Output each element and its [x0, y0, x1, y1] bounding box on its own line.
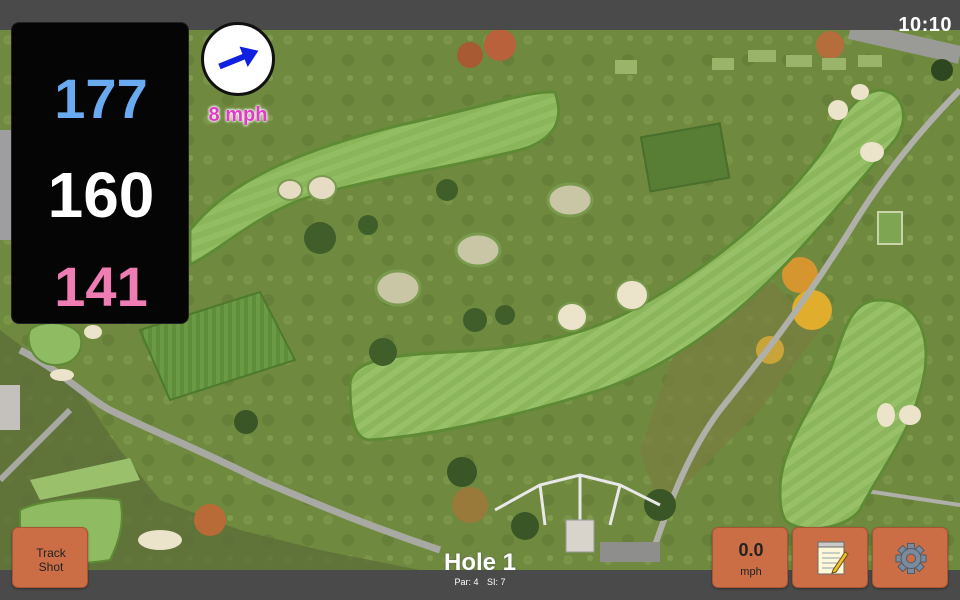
- notepad-icon: [817, 541, 849, 575]
- bunker: [307, 175, 337, 201]
- tee-box: [615, 60, 637, 74]
- hole-info: Par: 4 SI: 7: [380, 577, 580, 587]
- green: [27, 322, 83, 367]
- front-distance: 141: [54, 255, 148, 318]
- speed-unit: mph: [740, 566, 762, 578]
- stroke-index-label: SI: 7: [487, 577, 506, 587]
- tree: [304, 222, 336, 254]
- tree: [463, 308, 487, 332]
- bunker: [556, 302, 588, 332]
- bunker: [84, 325, 102, 339]
- clock: 10:10: [898, 14, 952, 36]
- tee-box: [877, 211, 903, 245]
- bunker: [899, 405, 921, 425]
- par-label: Par: 4: [454, 577, 479, 587]
- tee-box: [748, 50, 776, 62]
- tree: [511, 512, 539, 540]
- tree: [931, 59, 953, 81]
- tree: [447, 457, 477, 487]
- wind-arrow-icon: [218, 46, 259, 70]
- tee-box: [822, 58, 846, 70]
- tree: [369, 338, 397, 366]
- autumn-tree: [452, 487, 488, 523]
- autumn-tree: [194, 504, 226, 536]
- bunker: [877, 403, 895, 427]
- bunker: [860, 142, 884, 162]
- settings-button[interactable]: [872, 527, 948, 588]
- autumn-tree: [816, 31, 844, 59]
- building: [0, 385, 20, 430]
- clubhouse: [565, 519, 595, 553]
- wind-speed: 8 mph: [208, 104, 268, 126]
- speed-value: 0.0: [738, 540, 764, 560]
- bunker: [374, 269, 422, 307]
- wind-indicator: [201, 22, 275, 96]
- bunker: [546, 182, 594, 218]
- track-shot-label: Track Shot: [36, 546, 66, 574]
- tree: [436, 179, 458, 201]
- yardage-panel: 177 160 141: [11, 22, 189, 324]
- tee-box: [786, 55, 812, 67]
- bunker: [138, 530, 182, 550]
- bunker: [615, 279, 649, 311]
- bunker: [50, 369, 74, 381]
- notes-button[interactable]: [792, 527, 868, 588]
- tee-box: [712, 58, 734, 70]
- tee-box: [858, 55, 882, 67]
- back-distance: 177: [54, 67, 148, 130]
- bunker: [454, 232, 502, 268]
- bunker: [277, 179, 303, 201]
- tree: [495, 305, 515, 325]
- center-distance: 160: [47, 159, 155, 231]
- tree: [234, 410, 258, 434]
- bunker: [851, 84, 869, 100]
- gear-icon: [895, 543, 927, 574]
- hole-title: Hole 1: [443, 549, 517, 576]
- track-shot-button[interactable]: Track Shot: [12, 527, 88, 588]
- tree: [358, 215, 378, 235]
- golf-gps-app: 10:10 177 160 141 8 mph Track Shot Hole …: [0, 0, 960, 600]
- autumn-tree: [484, 30, 516, 61]
- speed-button[interactable]: 0.0 mph: [712, 527, 788, 588]
- parking-lot: [600, 542, 660, 562]
- autumn-tree: [457, 42, 483, 68]
- bunker: [828, 100, 848, 120]
